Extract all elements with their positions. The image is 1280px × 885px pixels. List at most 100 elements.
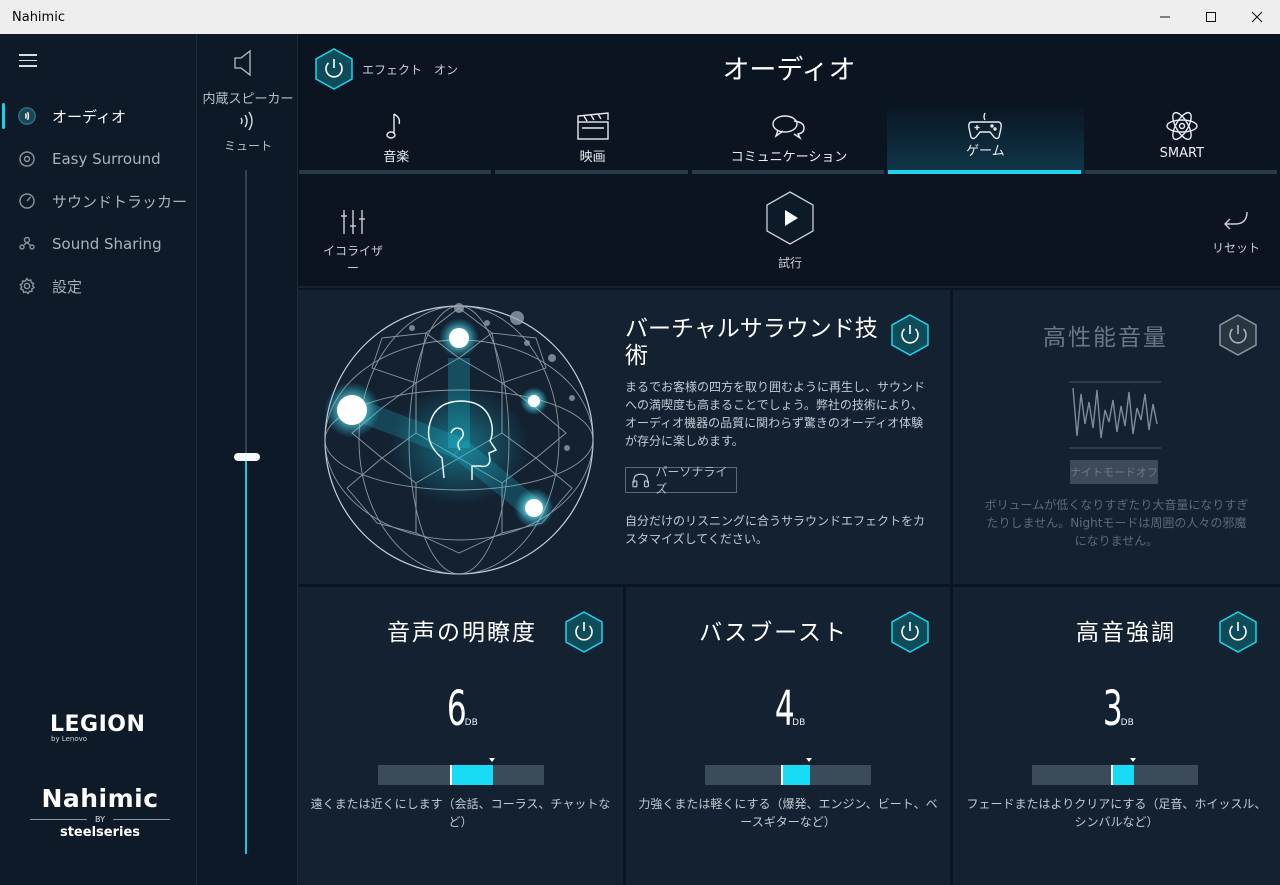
hamburger-menu-icon[interactable] [19, 54, 39, 70]
slider-thumb[interactable] [1111, 765, 1113, 785]
power-icon [1219, 611, 1257, 653]
sidebar-item-sound-tracker[interactable]: サウンドトラッカー [0, 180, 196, 223]
power-icon [565, 611, 603, 653]
maximize-icon [1206, 12, 1216, 22]
slider-marker [806, 758, 812, 762]
sidebar-item-sound-sharing[interactable]: Sound Sharing [0, 223, 196, 266]
minimize-button[interactable] [1142, 0, 1188, 34]
tab-communication[interactable]: コミュニケーション [691, 104, 887, 174]
title-bar: Nahimic [0, 0, 1280, 34]
slider-marker [489, 758, 495, 762]
tab-game[interactable]: ゲーム [887, 104, 1084, 174]
slider-marker [1130, 758, 1136, 762]
reset-button[interactable]: リセット [1204, 208, 1268, 256]
window-title: Nahimic [12, 9, 65, 25]
voice-clarity-title: 音声の明瞭度 [387, 620, 537, 646]
voice-clarity-power-button[interactable] [564, 611, 604, 653]
close-icon [1251, 11, 1263, 23]
treble-boost-value: 3DB [1103, 681, 1134, 737]
profile-tabs: 音楽 映画 コミュニケーション ゲーム SMART [298, 104, 1280, 174]
slider-thumb[interactable] [450, 765, 452, 785]
sidebar-item-label: 設定 [52, 277, 83, 296]
virtual-surround-card: バーチャルサラウンド技術 まるでお客様の四方を取り囲むように再生し、サウンドへの… [298, 290, 950, 584]
sidebar-item-label: Sound Sharing [52, 234, 162, 253]
sidebar-item-easy-surround[interactable]: Easy Surround [0, 138, 196, 181]
high-performance-power-button[interactable] [1218, 314, 1258, 356]
play-test-button[interactable] [764, 190, 816, 246]
main-panel: エフェクト オン オーディオ 音楽 映画 コミュニケーション ゲーム SMART [298, 34, 1280, 885]
play-label: 試行 [777, 256, 802, 270]
window-controls [1142, 0, 1280, 34]
tab-movie[interactable]: 映画 [494, 104, 690, 174]
atom-icon [1166, 111, 1198, 141]
sidebar-item-label: サウンドトラッカー [52, 192, 188, 211]
slider-fill [1112, 765, 1134, 785]
voice-clarity-slider[interactable] [378, 758, 544, 785]
legion-logo: LEGION by Lenovo [50, 712, 146, 743]
output-device-label: 内蔵スピーカー [202, 92, 294, 107]
power-icon [315, 48, 353, 90]
minimize-icon [1160, 16, 1170, 18]
voice-clarity-description: 遠くまたは近くにします（会話、コーラス、チャットなど） [310, 797, 611, 829]
sidebar-nav: オーディオ Easy Surround サウンドトラッカー Sound Shar… [0, 95, 196, 308]
treble-boost-card: 高音強調 3DB フェードまたはよりクリアにする（足音、ホイッスル、シンバルなど… [953, 587, 1280, 885]
surround-sphere-illustration [324, 303, 594, 575]
personalize-button[interactable]: パーソナライズ [625, 465, 737, 496]
volume-panel: 内蔵スピーカー ミュート [196, 34, 298, 885]
power-icon [891, 314, 929, 356]
maximize-button[interactable] [1188, 0, 1234, 34]
mute-icon[interactable] [238, 110, 256, 132]
sidebar-item-settings[interactable]: 設定 [0, 265, 196, 308]
play-icon [766, 191, 814, 245]
sound-sharing-icon [18, 235, 36, 253]
music-note-icon [386, 113, 401, 139]
sidebar: オーディオ Easy Surround サウンドトラッカー Sound Shar… [0, 34, 196, 885]
bass-boost-slider[interactable] [705, 758, 871, 785]
virtual-surround-title: バーチャルサラウンド技術 [625, 316, 878, 369]
toolbar: イコライザー 試行 リセット [298, 174, 1280, 288]
bass-boost-title: バスブースト [699, 620, 848, 646]
volume-slider-fill [245, 457, 247, 854]
treble-boost-power-button[interactable] [1218, 611, 1258, 653]
power-icon [1219, 314, 1257, 356]
sidebar-item-label: オーディオ [52, 107, 126, 126]
close-button[interactable] [1234, 0, 1280, 34]
high-performance-volume-card: 高性能音量 ナイトモードオフ ボリュームが低くなりすぎたり大音量になりすぎたりし… [953, 290, 1280, 584]
nahimic-logo: Nahimic BY steelseries [30, 784, 170, 840]
effect-status-label: エフェクト オン [362, 63, 459, 77]
equalizer-icon [341, 210, 365, 234]
voice-clarity-card: 音声の明瞭度 6DB 遠くまたは近くにします（会話、コーラス、チャットなど） [298, 587, 623, 885]
slider-thumb[interactable] [781, 765, 783, 785]
effect-power-button[interactable] [314, 48, 354, 90]
bass-boost-power-button[interactable] [890, 611, 930, 653]
speaker-icon[interactable] [233, 48, 261, 78]
tab-smart[interactable]: SMART [1084, 104, 1280, 174]
gamepad-icon [968, 112, 1003, 140]
night-mode-button[interactable]: ナイトモードオフ [1070, 460, 1158, 484]
volume-slider-thumb[interactable] [234, 453, 260, 462]
audio-waves-icon [18, 107, 36, 125]
waveform-icon [1069, 381, 1161, 449]
high-performance-title: 高性能音量 [1043, 325, 1168, 351]
virtual-surround-power-button[interactable] [890, 314, 930, 356]
surround-icon [18, 150, 36, 168]
mute-label: ミュート [223, 139, 272, 153]
tab-music[interactable]: 音楽 [298, 104, 494, 174]
slider-fill [782, 765, 810, 785]
chat-bubbles-icon [772, 115, 805, 141]
equalizer-button[interactable]: イコライザー [318, 208, 388, 276]
virtual-surround-description: まるでお客様の四方を取り囲むように再生し、サウンドへの満喫度も高まることでしょう… [625, 380, 926, 448]
headphones-icon [632, 473, 650, 488]
treble-boost-description: フェードまたはよりクリアにする（足音、ホイッスル、シンバルなど） [966, 797, 1267, 829]
sidebar-item-label: Easy Surround [52, 149, 161, 168]
treble-boost-title: 高音強調 [1076, 620, 1176, 646]
bass-boost-value: 4DB [774, 681, 806, 737]
sound-tracker-icon [18, 192, 36, 210]
personalize-note: 自分だけのリスニングに合うサラウンドエフェクトをカスタマイズしてください。 [625, 514, 926, 546]
treble-boost-slider[interactable] [1032, 758, 1198, 785]
high-performance-description: ボリュームが低くなりすぎたり大音量になりすぎたりしません。Nightモードは周囲… [984, 498, 1249, 548]
sidebar-item-audio[interactable]: オーディオ [0, 95, 196, 138]
power-icon [891, 611, 929, 653]
slider-fill [451, 765, 493, 785]
bass-boost-card: バスブースト 4DB 力強くまたは軽くにする（爆発、エンジン、ビート、ベースギタ… [626, 587, 950, 885]
